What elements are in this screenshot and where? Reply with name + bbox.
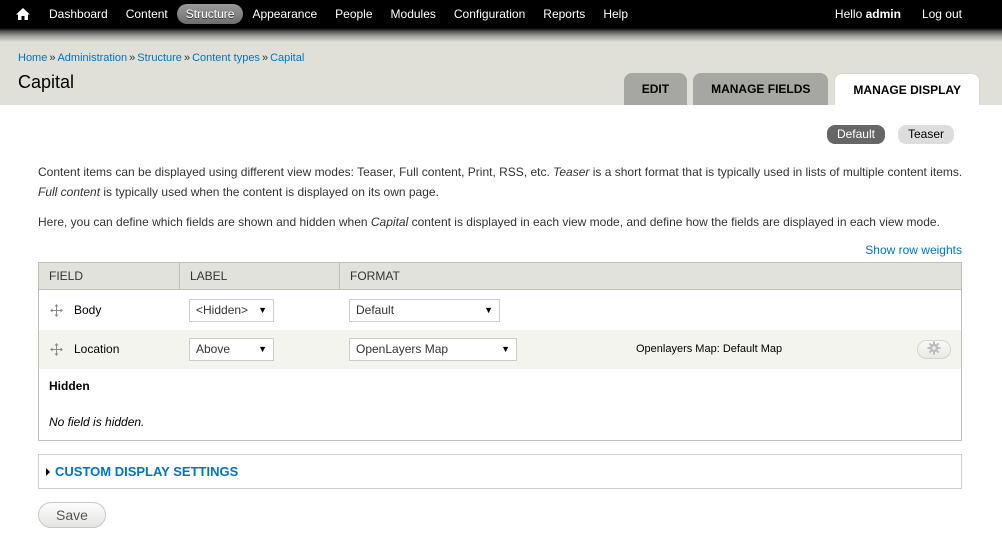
column-header-field: Field bbox=[39, 263, 180, 290]
label-select-value: Above bbox=[196, 342, 231, 356]
column-header-label: Label bbox=[180, 263, 340, 290]
description-text: is typically used when the content is di… bbox=[100, 185, 439, 199]
label-select[interactable]: <Hidden> ▼ bbox=[189, 299, 274, 322]
breadcrumb-separator: » bbox=[49, 52, 56, 64]
hidden-region-empty-message: No field is hidden. bbox=[49, 415, 145, 429]
save-button[interactable]: Save bbox=[38, 502, 106, 528]
breadcrumb-capital[interactable]: Capital bbox=[270, 52, 304, 64]
format-select[interactable]: Default ▼ bbox=[349, 299, 500, 322]
format-settings-summary: Openlayers Map: Default Map bbox=[636, 343, 783, 355]
label-select-value: <Hidden> bbox=[196, 303, 249, 317]
field-display-table: Field Label Format Body <Hidden> ▼ Defaul… bbox=[38, 262, 962, 441]
breadcrumb-content-types[interactable]: Content types bbox=[192, 52, 260, 64]
format-select[interactable]: OpenLayers Map ▼ bbox=[349, 338, 517, 361]
tab-manage-fields[interactable]: Manage fields bbox=[693, 73, 829, 105]
page-header: Home» Administration» Structure» Content ty… bbox=[0, 42, 1002, 105]
table-row: Location Above ▼ OpenLayers Map ▼ Openlaye… bbox=[39, 330, 961, 369]
view-mode-tabs: Default Teaser bbox=[814, 125, 954, 144]
table-header: Field Label Format bbox=[39, 263, 961, 290]
format-settings-button[interactable] bbox=[917, 340, 951, 359]
description-text: Content items can be displayed using dif… bbox=[38, 165, 554, 179]
breadcrumb-separator: » bbox=[129, 52, 136, 64]
custom-display-settings-label: Custom display settings bbox=[55, 464, 239, 479]
breadcrumb-separator: » bbox=[261, 52, 269, 64]
dropdown-arrow-icon: ▼ bbox=[258, 344, 267, 354]
description-emphasis: Capital bbox=[370, 215, 409, 229]
tab-edit[interactable]: Edit bbox=[623, 73, 688, 105]
format-select-value: Default bbox=[356, 303, 395, 317]
description-text: Here, you can define which fields are sh… bbox=[38, 215, 371, 229]
breadcrumb-separator: » bbox=[183, 52, 191, 64]
greeting: Hello admin bbox=[835, 7, 901, 21]
drag-handle-icon[interactable] bbox=[50, 343, 63, 356]
description-emphasis: Teaser bbox=[553, 165, 590, 179]
table-row: Body <Hidden> ▼ Default ▼ bbox=[39, 291, 961, 330]
dropdown-arrow-icon: ▼ bbox=[258, 305, 267, 315]
field-name: Location bbox=[74, 342, 120, 356]
toolbar-menu: Dashboard Content Structure Appearance P… bbox=[40, 0, 637, 28]
format-select-value: OpenLayers Map bbox=[356, 342, 449, 356]
admin-toolbar: Dashboard Content Structure Appearance P… bbox=[0, 0, 1002, 28]
gear-icon bbox=[927, 341, 941, 358]
breadcrumb-home[interactable]: Home bbox=[18, 52, 47, 64]
tab-manage-display[interactable]: Manage display bbox=[834, 73, 980, 105]
view-mode-default[interactable]: Default bbox=[826, 125, 885, 144]
description-view-modes: Content items can be displayed using dif… bbox=[38, 162, 968, 202]
show-row-weights-link[interactable]: Show row weights bbox=[865, 243, 962, 257]
username[interactable]: admin bbox=[866, 7, 901, 21]
toolbar-item-configuration[interactable]: Configuration bbox=[445, 4, 534, 24]
breadcrumb: Home» Administration» Structure» Content ty… bbox=[18, 52, 304, 64]
description-emphasis: Full content bbox=[38, 185, 101, 199]
view-mode-teaser[interactable]: Teaser bbox=[897, 125, 954, 144]
toolbar-item-reports[interactable]: Reports bbox=[534, 4, 594, 24]
dropdown-arrow-icon: ▼ bbox=[484, 305, 493, 315]
hidden-region-title: Hidden bbox=[49, 379, 90, 393]
toolbar-item-modules[interactable]: Modules bbox=[382, 4, 445, 24]
toolbar-item-structure[interactable]: Structure bbox=[176, 4, 244, 24]
custom-display-settings-fieldset: Custom display settings bbox=[38, 454, 962, 489]
description-text: content is displayed in each view mode, … bbox=[408, 215, 940, 229]
description-text: is a short format that is typically used… bbox=[589, 165, 963, 179]
toolbar-item-help[interactable]: Help bbox=[594, 4, 637, 24]
breadcrumb-administration[interactable]: Administration bbox=[57, 52, 127, 64]
toolbar-item-dashboard[interactable]: Dashboard bbox=[40, 4, 117, 24]
breadcrumb-structure[interactable]: Structure bbox=[137, 52, 182, 64]
field-name: Body bbox=[74, 303, 102, 317]
collapsed-triangle-icon bbox=[46, 467, 50, 476]
page-title: Capital bbox=[18, 72, 75, 92]
drag-handle-icon[interactable] bbox=[50, 304, 63, 317]
custom-display-settings-toggle[interactable]: Custom display settings bbox=[46, 464, 238, 479]
user-menu: Hello admin Log out bbox=[835, 0, 962, 28]
dropdown-arrow-icon: ▼ bbox=[501, 344, 510, 354]
column-header-format: Format bbox=[350, 269, 400, 283]
toolbar-item-people[interactable]: People bbox=[326, 4, 381, 24]
description-fields: Here, you can define which fields are sh… bbox=[38, 212, 968, 232]
toolbar-shadow bbox=[0, 28, 1002, 42]
primary-tabs: Edit Manage fields Manage display bbox=[618, 73, 980, 105]
greeting-prefix: Hello bbox=[834, 7, 866, 21]
logout-link[interactable]: Log out bbox=[922, 7, 962, 21]
toolbar-item-content[interactable]: Content bbox=[117, 4, 177, 24]
toolbar-item-appearance[interactable]: Appearance bbox=[243, 4, 326, 24]
home-icon[interactable] bbox=[15, 7, 31, 21]
label-select[interactable]: Above ▼ bbox=[189, 338, 274, 361]
